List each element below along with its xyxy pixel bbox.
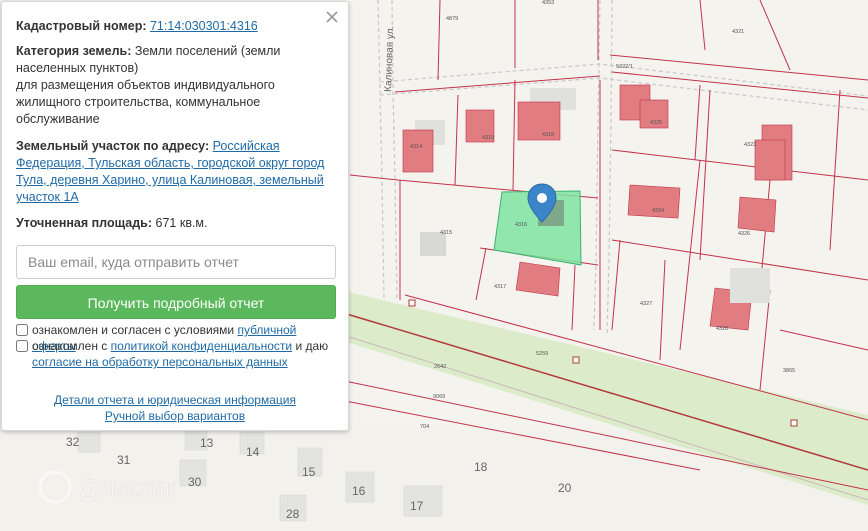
category-value: обслуживание	[16, 112, 100, 126]
cadastral-row: Кадастровый номер: 71:14:030301:4316	[16, 18, 334, 35]
parcel-label: 4316	[515, 222, 527, 228]
address-link[interactable]: Тула, деревня Харино, улица Калиновая, з…	[16, 173, 324, 187]
address-link[interactable]: Федерация, Тульская область, городской о…	[16, 156, 324, 170]
parcel-label: 704	[420, 424, 429, 430]
address-block: Земельный участок по адресу: Российская …	[16, 138, 334, 206]
house-number: 13	[200, 436, 214, 450]
address-link[interactable]: участок 1А	[16, 190, 79, 204]
house-number: 16	[352, 484, 366, 498]
area-label: Уточненная площадь:	[16, 216, 153, 230]
cadastral-number-link[interactable]: 71:14:030301:4316	[150, 19, 258, 33]
house-number: 31	[117, 453, 131, 467]
parcel-label: 4328	[716, 326, 728, 332]
parcel-label: 4353	[542, 0, 554, 6]
house-number: 20	[558, 481, 572, 495]
get-report-button[interactable]: Получить подробный отчет	[16, 285, 336, 319]
address-label: Земельный участок по адресу:	[16, 139, 210, 153]
report-details-link[interactable]: Детали отчета и юридическая информация	[54, 393, 296, 407]
parcel-label: 9069	[433, 394, 445, 400]
house-number: 14	[246, 445, 260, 459]
category-label: Категория земель:	[16, 44, 132, 58]
house-number: 15	[302, 465, 316, 479]
parcel-label: 4327	[640, 301, 652, 307]
parcel-label: 4315	[440, 230, 452, 236]
category-block: Категория земель: Земли поселений (земли…	[16, 43, 334, 128]
privacy-consent-mid: и даю	[295, 339, 329, 353]
house-number: 32	[66, 435, 80, 449]
parcel-info-panel: Кадастровый номер: 71:14:030301:4316 Кат…	[1, 1, 349, 431]
manual-selection-row: Ручной выбор вариантов	[2, 408, 348, 424]
personal-data-consent-link[interactable]: согласие на обработку персональных данны…	[32, 355, 288, 369]
parcel-label: 4326	[738, 231, 750, 237]
house-number: 28	[286, 507, 300, 521]
house-number: 17	[410, 499, 424, 513]
address-link[interactable]: Российская	[213, 139, 280, 153]
parcel-label: 4323	[744, 142, 756, 148]
street-label: Калиновая ул.	[383, 26, 396, 93]
privacy-consent-text: ознакомлен с политикой конфиденциальност…	[32, 338, 336, 354]
area-value: 671 кв.м.	[155, 216, 208, 230]
privacy-consent-checkbox[interactable]	[16, 340, 28, 352]
report-details-row: Детали отчета и юридическая информация	[2, 392, 348, 408]
email-input[interactable]	[16, 245, 336, 279]
category-value: Земли поселений (земли	[134, 44, 281, 58]
parcel-label: 4314	[410, 144, 422, 150]
parcel-label: 2642	[434, 364, 446, 370]
house-number: 30	[188, 475, 202, 489]
cadastral-label: Кадастровый номер:	[16, 19, 147, 33]
privacy-consent-label: ознакомлен с	[32, 339, 108, 353]
parcel-label: 4317	[494, 284, 506, 290]
category-value: жилищного строительства, коммунальное	[16, 95, 261, 109]
offer-consent-label: ознакомлен и согласен с условиями	[32, 323, 235, 337]
parcel-label: 4324	[652, 208, 664, 214]
parcel-label: 5322/1	[616, 64, 633, 70]
offer-consent-checkbox[interactable]	[16, 324, 28, 336]
parcel-label: 4319	[482, 135, 494, 141]
parcel-label: 4321	[732, 29, 744, 35]
parcel-label: 5259	[536, 351, 548, 357]
parcel-label: 4879	[446, 16, 458, 22]
privacy-policy-link[interactable]: политикой конфиденциальности	[111, 339, 292, 353]
category-value: для размещения объектов индивидуального	[16, 78, 275, 92]
parcel-label: 4318	[542, 132, 554, 138]
category-value: населенных пунктов)	[16, 61, 139, 75]
personal-data-consent-row: согласие на обработку персональных данны…	[32, 354, 336, 370]
house-number: 18	[474, 460, 488, 474]
watermark-text: Домклик	[80, 475, 176, 502]
manual-selection-link[interactable]: Ручной выбор вариантов	[105, 409, 245, 423]
parcel-label: 3865	[783, 368, 795, 374]
area-row: Уточненная площадь: 671 кв.м.	[16, 215, 334, 232]
parcel-label: 4325	[650, 120, 662, 126]
